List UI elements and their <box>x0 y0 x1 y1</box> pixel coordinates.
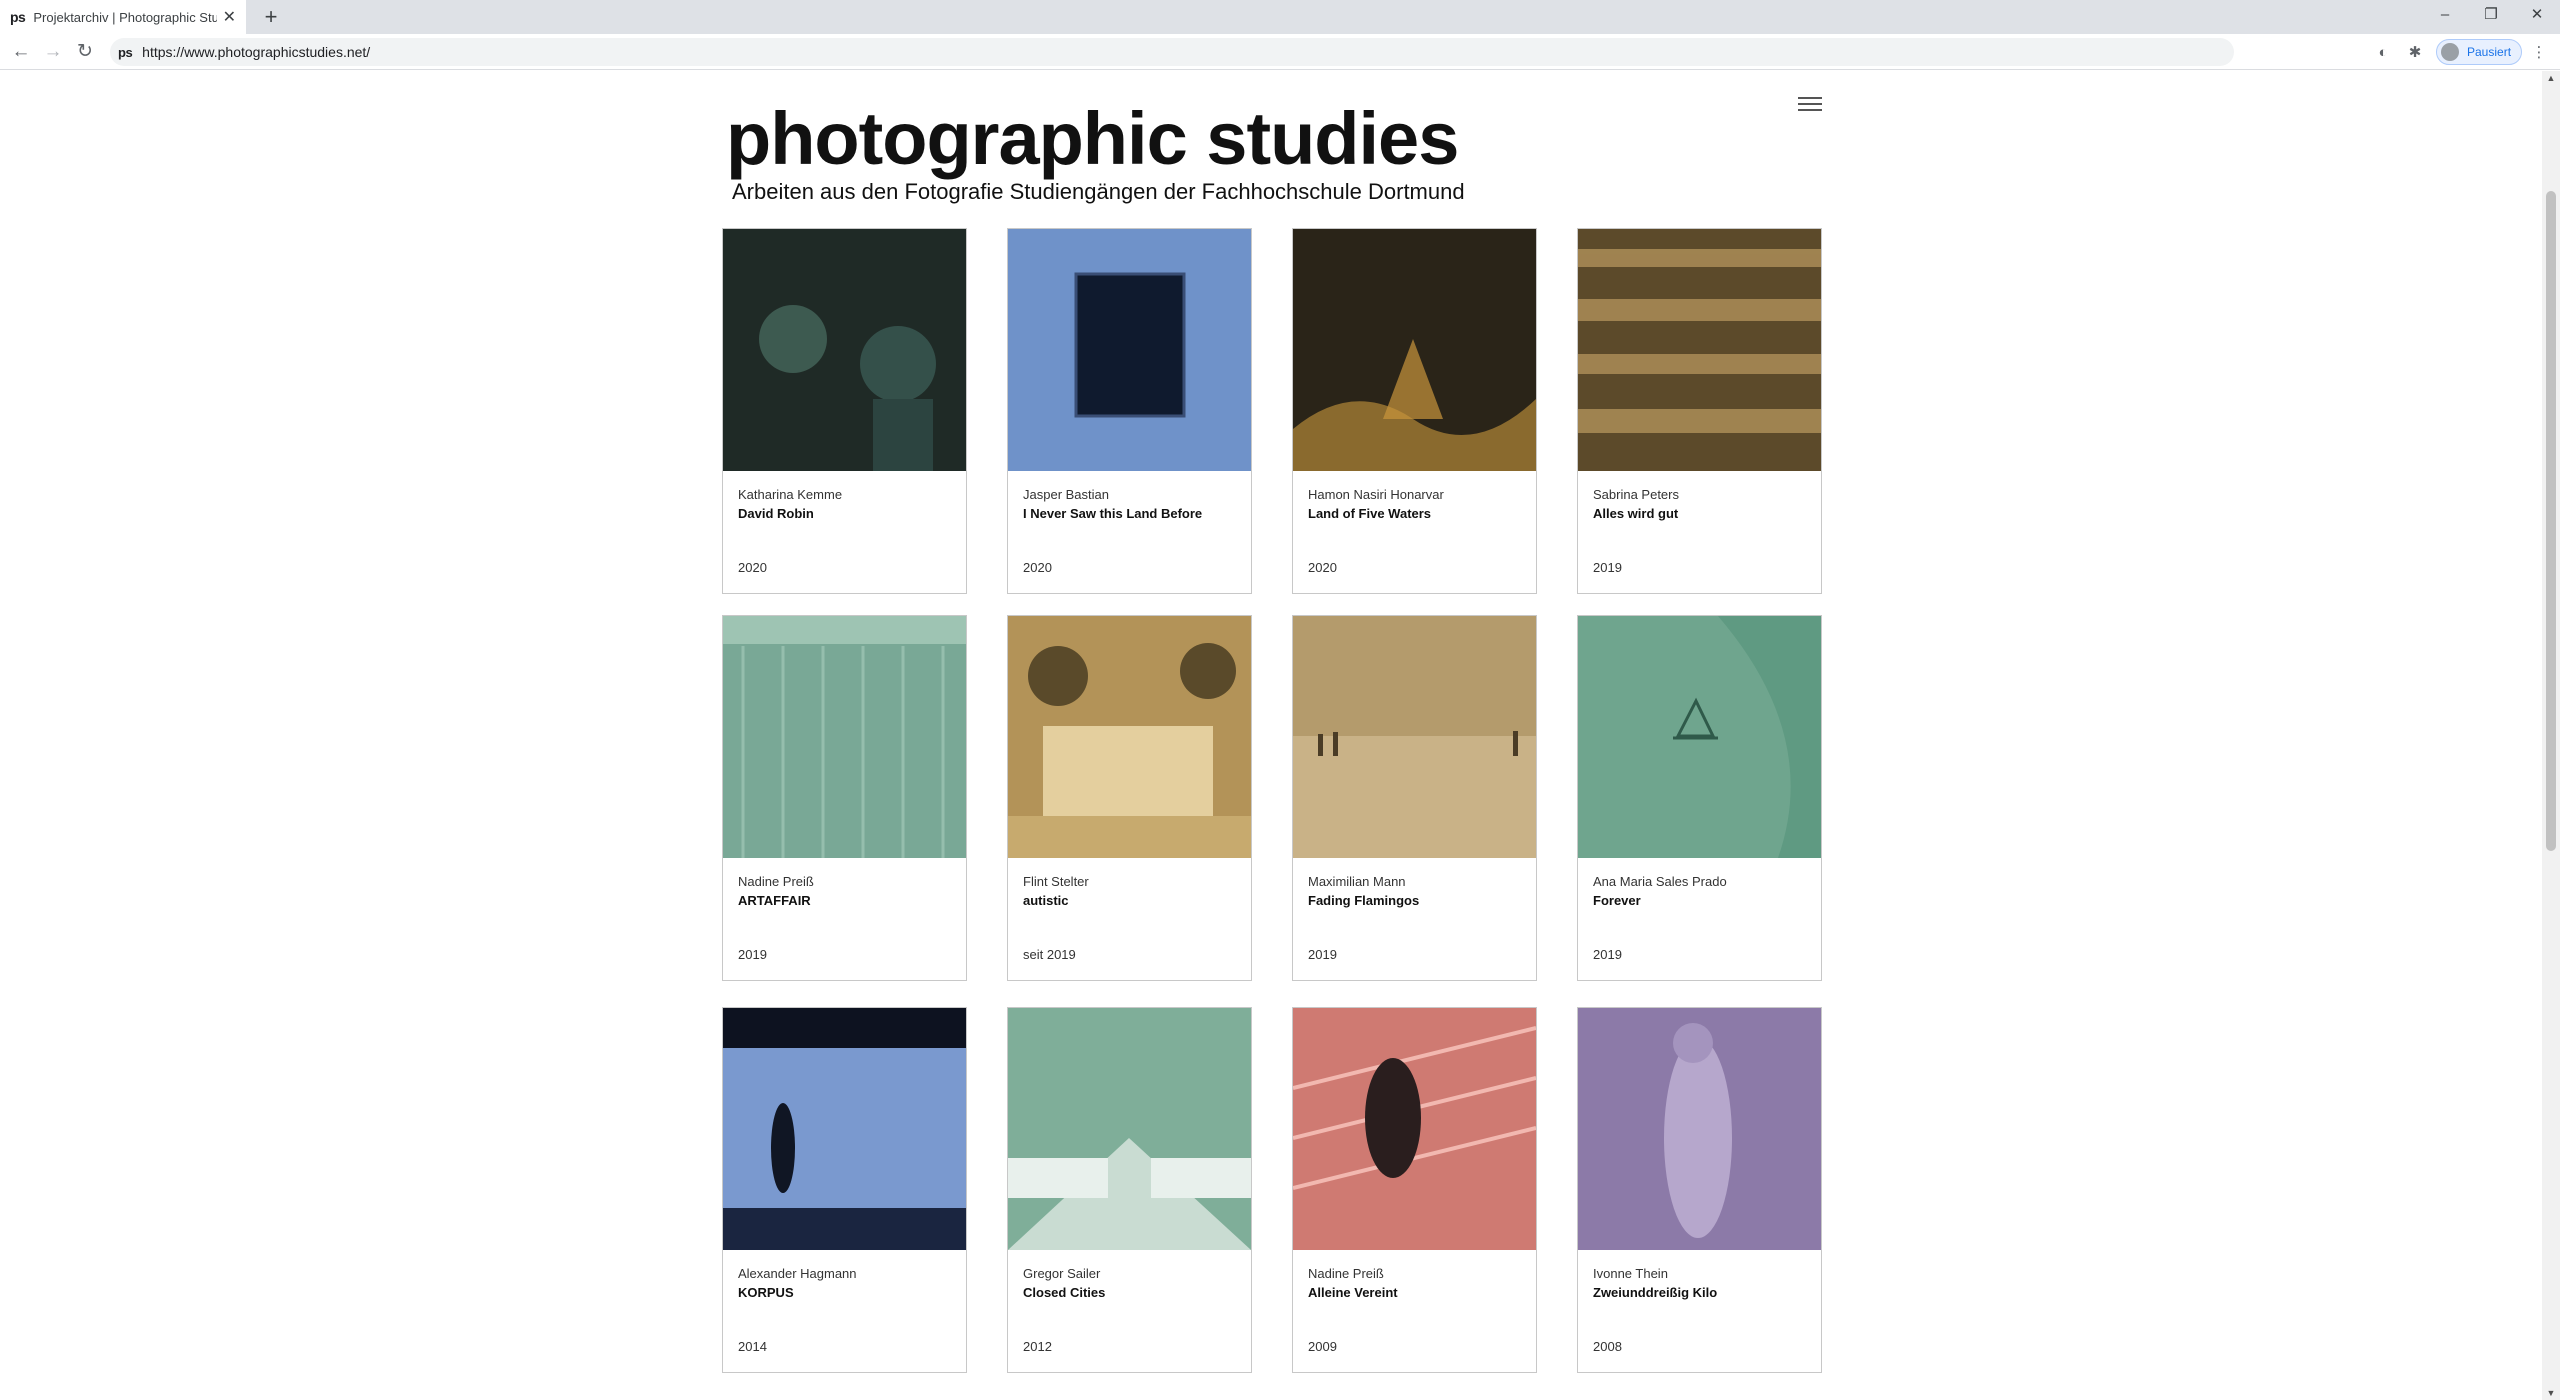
project-year: seit 2019 <box>1023 947 1076 962</box>
project-title[interactable]: ARTAFFAIR <box>738 893 811 908</box>
avatar-icon <box>2441 43 2459 61</box>
project-author: Nadine Preiß <box>738 874 814 889</box>
browser-toolbar: ← → ↻ ps https://www.photographicstudies… <box>0 34 2560 70</box>
project-year: 2012 <box>1023 1339 1052 1354</box>
project-year: 2014 <box>738 1339 767 1354</box>
site-logo[interactable]: photographic studies <box>726 99 1459 179</box>
project-author: Flint Stelter <box>1023 874 1089 889</box>
project-thumbnail[interactable] <box>1293 229 1536 471</box>
extensions-icon[interactable]: ✱ <box>2404 42 2426 64</box>
project-year: 2009 <box>1308 1339 1337 1354</box>
profile-label: Pausiert <box>2467 45 2512 59</box>
project-title[interactable]: I Never Saw this Land Before <box>1023 506 1202 521</box>
project-year: 2019 <box>1593 560 1622 575</box>
address-bar[interactable]: ps https://www.photographicstudies.net/ <box>110 38 2234 66</box>
project-title[interactable]: David Robin <box>738 506 814 521</box>
project-thumbnail[interactable] <box>1293 616 1536 858</box>
project-year: 2019 <box>1593 947 1622 962</box>
project-card[interactable]: Nadine Preiß Alleine Vereint 2009 <box>1292 1007 1537 1373</box>
new-tab-icon[interactable]: + <box>258 4 284 30</box>
project-author: Sabrina Peters <box>1593 487 1679 502</box>
tab-close-icon[interactable]: ✕ <box>223 7 236 27</box>
project-card[interactable]: Alexander Hagmann KORPUS 2014 <box>722 1007 967 1373</box>
project-year: 2020 <box>738 560 767 575</box>
restore-icon[interactable]: ❐ <box>2468 0 2514 30</box>
project-author: Nadine Preiß <box>1308 1266 1384 1281</box>
minimize-icon[interactable]: – <box>2422 0 2468 30</box>
project-author: Hamon Nasiri Honarvar <box>1308 487 1444 502</box>
project-title[interactable]: Closed Cities <box>1023 1285 1105 1300</box>
back-icon[interactable]: ← <box>8 39 34 65</box>
project-title[interactable]: Zweiunddreißig Kilo <box>1593 1285 1717 1300</box>
scroll-down-icon[interactable]: ▼ <box>2542 1388 2560 1398</box>
menu-dots-icon[interactable]: ⋮ <box>2528 42 2550 64</box>
project-title[interactable]: KORPUS <box>738 1285 794 1300</box>
project-thumbnail[interactable] <box>723 1008 966 1250</box>
project-year: 2008 <box>1593 1339 1622 1354</box>
project-author: Katharina Kemme <box>738 487 843 502</box>
tab-favicon: ps <box>10 9 26 25</box>
scroll-up-icon[interactable]: ▲ <box>2542 73 2560 83</box>
project-thumbnail[interactable] <box>1578 229 1821 471</box>
project-author: Maximilian Mann <box>1308 874 1406 889</box>
project-thumbnail[interactable] <box>1578 616 1821 858</box>
project-author: Gregor Sailer <box>1023 1266 1101 1281</box>
site-info-icon[interactable]: ps <box>118 45 133 60</box>
reload-icon[interactable]: ↻ <box>72 39 98 65</box>
project-title[interactable]: Fading Flamingos <box>1308 893 1419 908</box>
project-title[interactable]: Forever <box>1593 893 1641 908</box>
project-card[interactable]: Nadine Preiß ARTAFFAIR 2019 <box>722 615 967 981</box>
project-card[interactable]: Flint Stelter autistic seit 2019 <box>1007 615 1252 981</box>
hamburger-menu-icon[interactable] <box>1798 97 1822 115</box>
project-title[interactable]: Alles wird gut <box>1593 506 1678 521</box>
browser-tab-active[interactable]: ps Projektarchiv | Photographic Stud ✕ <box>0 0 246 34</box>
project-title[interactable]: Land of Five Waters <box>1308 506 1431 521</box>
page-content: photographic studies Arbeiten aus den Fo… <box>0 71 2542 1400</box>
project-card[interactable]: Katharina Kemme David Robin 2020 <box>722 228 967 594</box>
scrollbar-thumb[interactable] <box>2546 191 2556 851</box>
tab-bar: ps Projektarchiv | Photographic Stud ✕ +… <box>0 0 2560 34</box>
project-author: Jasper Bastian <box>1023 487 1109 502</box>
project-thumbnail[interactable] <box>1578 1008 1821 1250</box>
url-text: https://www.photographicstudies.net/ <box>142 44 371 60</box>
project-thumbnail[interactable] <box>723 229 966 471</box>
project-year: 2020 <box>1308 560 1337 575</box>
forward-icon[interactable]: → <box>40 39 66 65</box>
project-card[interactable]: Hamon Nasiri Honarvar Land of Five Waters… <box>1292 228 1537 594</box>
project-card[interactable]: Gregor Sailer Closed Cities 2012 <box>1007 1007 1252 1373</box>
window-close-icon[interactable]: ✕ <box>2514 0 2560 30</box>
project-card[interactable]: Ivonne Thein Zweiunddreißig Kilo 2008 <box>1577 1007 1822 1373</box>
project-thumbnail[interactable] <box>723 616 966 858</box>
project-thumbnail[interactable] <box>1008 1008 1251 1250</box>
project-author: Ivonne Thein <box>1593 1266 1668 1281</box>
project-author: Alexander Hagmann <box>738 1266 857 1281</box>
project-year: 2020 <box>1023 560 1052 575</box>
site-subtitle: Arbeiten aus den Fotografie Studiengänge… <box>732 179 1465 204</box>
project-year: 2019 <box>738 947 767 962</box>
project-author: Ana Maria Sales Prado <box>1593 874 1727 889</box>
project-card[interactable]: Ana Maria Sales Prado Forever 2019 <box>1577 615 1822 981</box>
profile-button[interactable]: Pausiert <box>2436 39 2522 65</box>
project-title[interactable]: Alleine Vereint <box>1308 1285 1398 1300</box>
scrollbar[interactable]: ▲ ▼ <box>2542 71 2560 1400</box>
media-icon[interactable]: ◐ <box>2372 42 2394 64</box>
project-card[interactable]: Maximilian Mann Fading Flamingos 2019 <box>1292 615 1537 981</box>
project-thumbnail[interactable] <box>1008 229 1251 471</box>
project-card[interactable]: Sabrina Peters Alles wird gut 2019 <box>1577 228 1822 594</box>
project-thumbnail[interactable] <box>1008 616 1251 858</box>
project-year: 2019 <box>1308 947 1337 962</box>
project-card[interactable]: Jasper Bastian I Never Saw this Land Befo… <box>1007 228 1252 594</box>
project-thumbnail[interactable] <box>1293 1008 1536 1250</box>
tab-title: Projektarchiv | Photographic Stud <box>33 9 217 25</box>
project-title[interactable]: autistic <box>1023 893 1069 908</box>
